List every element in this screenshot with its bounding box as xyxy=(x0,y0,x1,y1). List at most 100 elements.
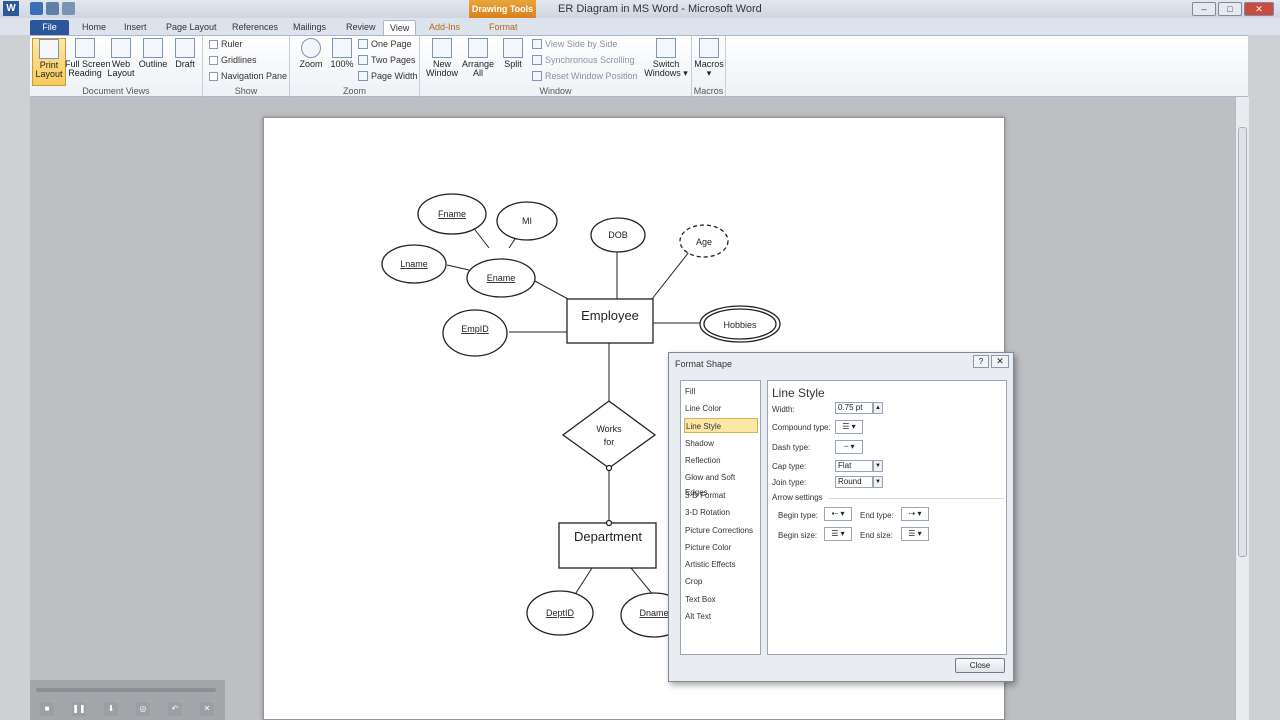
relationship-works-for[interactable] xyxy=(561,400,657,469)
ribbon: Print Layout Full Screen Reading Web Lay… xyxy=(30,35,1248,97)
rewind-icon[interactable]: ↶ xyxy=(168,702,182,716)
switch-windows-button[interactable]: Switch Windows ▾ xyxy=(644,38,688,78)
word-app-icon[interactable]: W xyxy=(3,1,19,16)
category-list: Fill Line Color Line Style Shadow Reflec… xyxy=(680,380,761,655)
synchronous-scrolling-button[interactable]: Synchronous Scrolling xyxy=(532,55,635,65)
category-artistic-effects[interactable]: Artistic Effects xyxy=(684,557,758,572)
category-glow-soft-edges[interactable]: Glow and Soft Edges xyxy=(684,470,758,497)
two-pages-button[interactable]: Two Pages xyxy=(358,55,416,65)
group-label: Zoom xyxy=(342,86,366,96)
help-icon[interactable]: ? xyxy=(973,355,989,368)
chevron-down-icon[interactable]: ▼ xyxy=(873,460,883,472)
zoom-100-button[interactable]: 100% xyxy=(325,38,359,69)
line-style-panel: Line Style Width: 0.75 pt ▲ Compound typ… xyxy=(767,380,1007,655)
tab-home[interactable]: Home xyxy=(76,20,112,35)
close-window-button[interactable]: ✕ xyxy=(1244,2,1274,16)
category-picture-color[interactable]: Picture Color xyxy=(684,540,758,555)
print-layout-button[interactable]: Print Layout xyxy=(32,38,66,86)
close-button[interactable]: Close xyxy=(955,658,1005,673)
category-fill[interactable]: Fill xyxy=(684,384,758,399)
reset-window-position-button[interactable]: Reset Window Position xyxy=(532,71,638,81)
new-window-button[interactable]: New Window xyxy=(424,38,460,78)
quick-access-toolbar xyxy=(30,2,75,15)
category-alt-text[interactable]: Alt Text xyxy=(684,609,758,624)
category-3d-rotation[interactable]: 3-D Rotation xyxy=(684,505,758,520)
category-3d-format[interactable]: 3-D Format xyxy=(684,488,758,503)
drawing-tools-context-header: Drawing Tools xyxy=(469,0,536,18)
group-zoom: Zoom 100% One Page Two Pages Page Width … xyxy=(290,36,420,97)
end-size-dropdown[interactable]: ☰ ▾ xyxy=(901,527,929,541)
view-side-by-side-button[interactable]: View Side by Side xyxy=(532,39,617,49)
zoom-button[interactable]: Zoom xyxy=(294,38,328,69)
ruler-checkbox[interactable]: Ruler xyxy=(209,39,243,49)
right-frame xyxy=(1249,35,1280,720)
navigation-pane-checkbox[interactable]: Navigation Pane xyxy=(209,71,287,81)
category-reflection[interactable]: Reflection xyxy=(684,453,758,468)
draft-icon xyxy=(175,38,195,58)
tab-view[interactable]: View xyxy=(383,20,417,35)
web-layout-icon xyxy=(111,38,131,58)
redo-icon[interactable] xyxy=(62,2,75,15)
begin-size-dropdown[interactable]: ☰ ▾ xyxy=(824,527,852,541)
fname-label: Fname xyxy=(438,209,466,219)
cap-type-select[interactable]: Flat xyxy=(835,460,873,472)
empid-label: EmpID xyxy=(461,324,489,334)
split-icon xyxy=(503,38,523,58)
webcam-icon[interactable]: ◎ xyxy=(136,702,150,716)
width-spinner[interactable]: ▲ xyxy=(873,402,883,414)
arrange-all-button[interactable]: Arrange All xyxy=(460,38,496,78)
begin-type-dropdown[interactable]: ⇠ ▾ xyxy=(824,507,852,521)
category-crop[interactable]: Crop xyxy=(684,574,758,589)
tab-references[interactable]: References xyxy=(226,20,284,35)
macros-button[interactable]: Macros ▾ xyxy=(692,38,726,78)
divider xyxy=(828,498,1004,499)
category-text-box[interactable]: Text Box xyxy=(684,592,758,607)
tab-review[interactable]: Review xyxy=(340,20,382,35)
connector-handle[interactable] xyxy=(605,519,613,527)
split-button[interactable]: Split xyxy=(496,38,530,69)
page-width-button[interactable]: Page Width xyxy=(358,71,418,81)
category-picture-corrections[interactable]: Picture Corrections xyxy=(684,523,758,538)
tab-page-layout[interactable]: Page Layout xyxy=(160,20,223,35)
maximize-button[interactable]: □ xyxy=(1218,2,1242,16)
pause-icon[interactable]: ❚❚ xyxy=(72,702,86,716)
department-label: Department xyxy=(574,529,642,544)
width-input[interactable]: 0.75 pt xyxy=(835,402,873,414)
compound-type-dropdown[interactable]: ☰ ▾ xyxy=(835,420,863,434)
end-type-dropdown[interactable]: ⇢ ▾ xyxy=(901,507,929,521)
close-icon[interactable]: ✕ xyxy=(991,355,1009,368)
dash-type-dropdown[interactable]: ┈ ▾ xyxy=(835,440,863,454)
scrollbar-thumb[interactable] xyxy=(1238,127,1247,557)
cancel-icon[interactable]: ✕ xyxy=(200,702,214,716)
dash-type-label: Dash type: xyxy=(772,443,811,452)
minimize-button[interactable]: – xyxy=(1192,2,1216,16)
category-shadow[interactable]: Shadow xyxy=(684,436,758,451)
undo-icon[interactable] xyxy=(46,2,59,15)
full-screen-reading-button[interactable]: Full Screen Reading xyxy=(65,38,111,78)
gridlines-checkbox[interactable]: Gridlines xyxy=(209,55,257,65)
ename-label: Ename xyxy=(487,273,516,283)
tab-add-ins[interactable]: Add-Ins xyxy=(423,20,466,35)
one-page-button[interactable]: One Page xyxy=(358,39,412,49)
draft-button[interactable]: Draft xyxy=(168,38,202,69)
join-type-select[interactable]: Round xyxy=(835,476,873,488)
outline-button[interactable]: Outline xyxy=(136,38,170,69)
category-line-style[interactable]: Line Style xyxy=(684,418,758,433)
web-layout-button[interactable]: Web Layout xyxy=(104,38,138,78)
progress-track[interactable] xyxy=(36,688,216,692)
macros-icon xyxy=(699,38,719,58)
tab-format[interactable]: Format xyxy=(483,20,524,35)
tab-mailings[interactable]: Mailings xyxy=(287,20,332,35)
category-line-color[interactable]: Line Color xyxy=(684,401,758,416)
begin-type-label: Begin type: xyxy=(778,511,819,520)
group-macros: Macros ▾ Macros xyxy=(692,36,726,97)
save-icon[interactable] xyxy=(30,2,43,15)
stop-icon[interactable]: ■ xyxy=(40,702,54,716)
deptid-label: DeptID xyxy=(546,608,575,618)
chevron-down-icon[interactable]: ▼ xyxy=(873,476,883,488)
tab-file[interactable]: File xyxy=(30,20,69,35)
connector-handle[interactable] xyxy=(605,464,613,472)
vertical-scrollbar[interactable] xyxy=(1235,97,1249,720)
marker-icon[interactable]: ⬇ xyxy=(104,702,118,716)
tab-insert[interactable]: Insert xyxy=(118,20,153,35)
